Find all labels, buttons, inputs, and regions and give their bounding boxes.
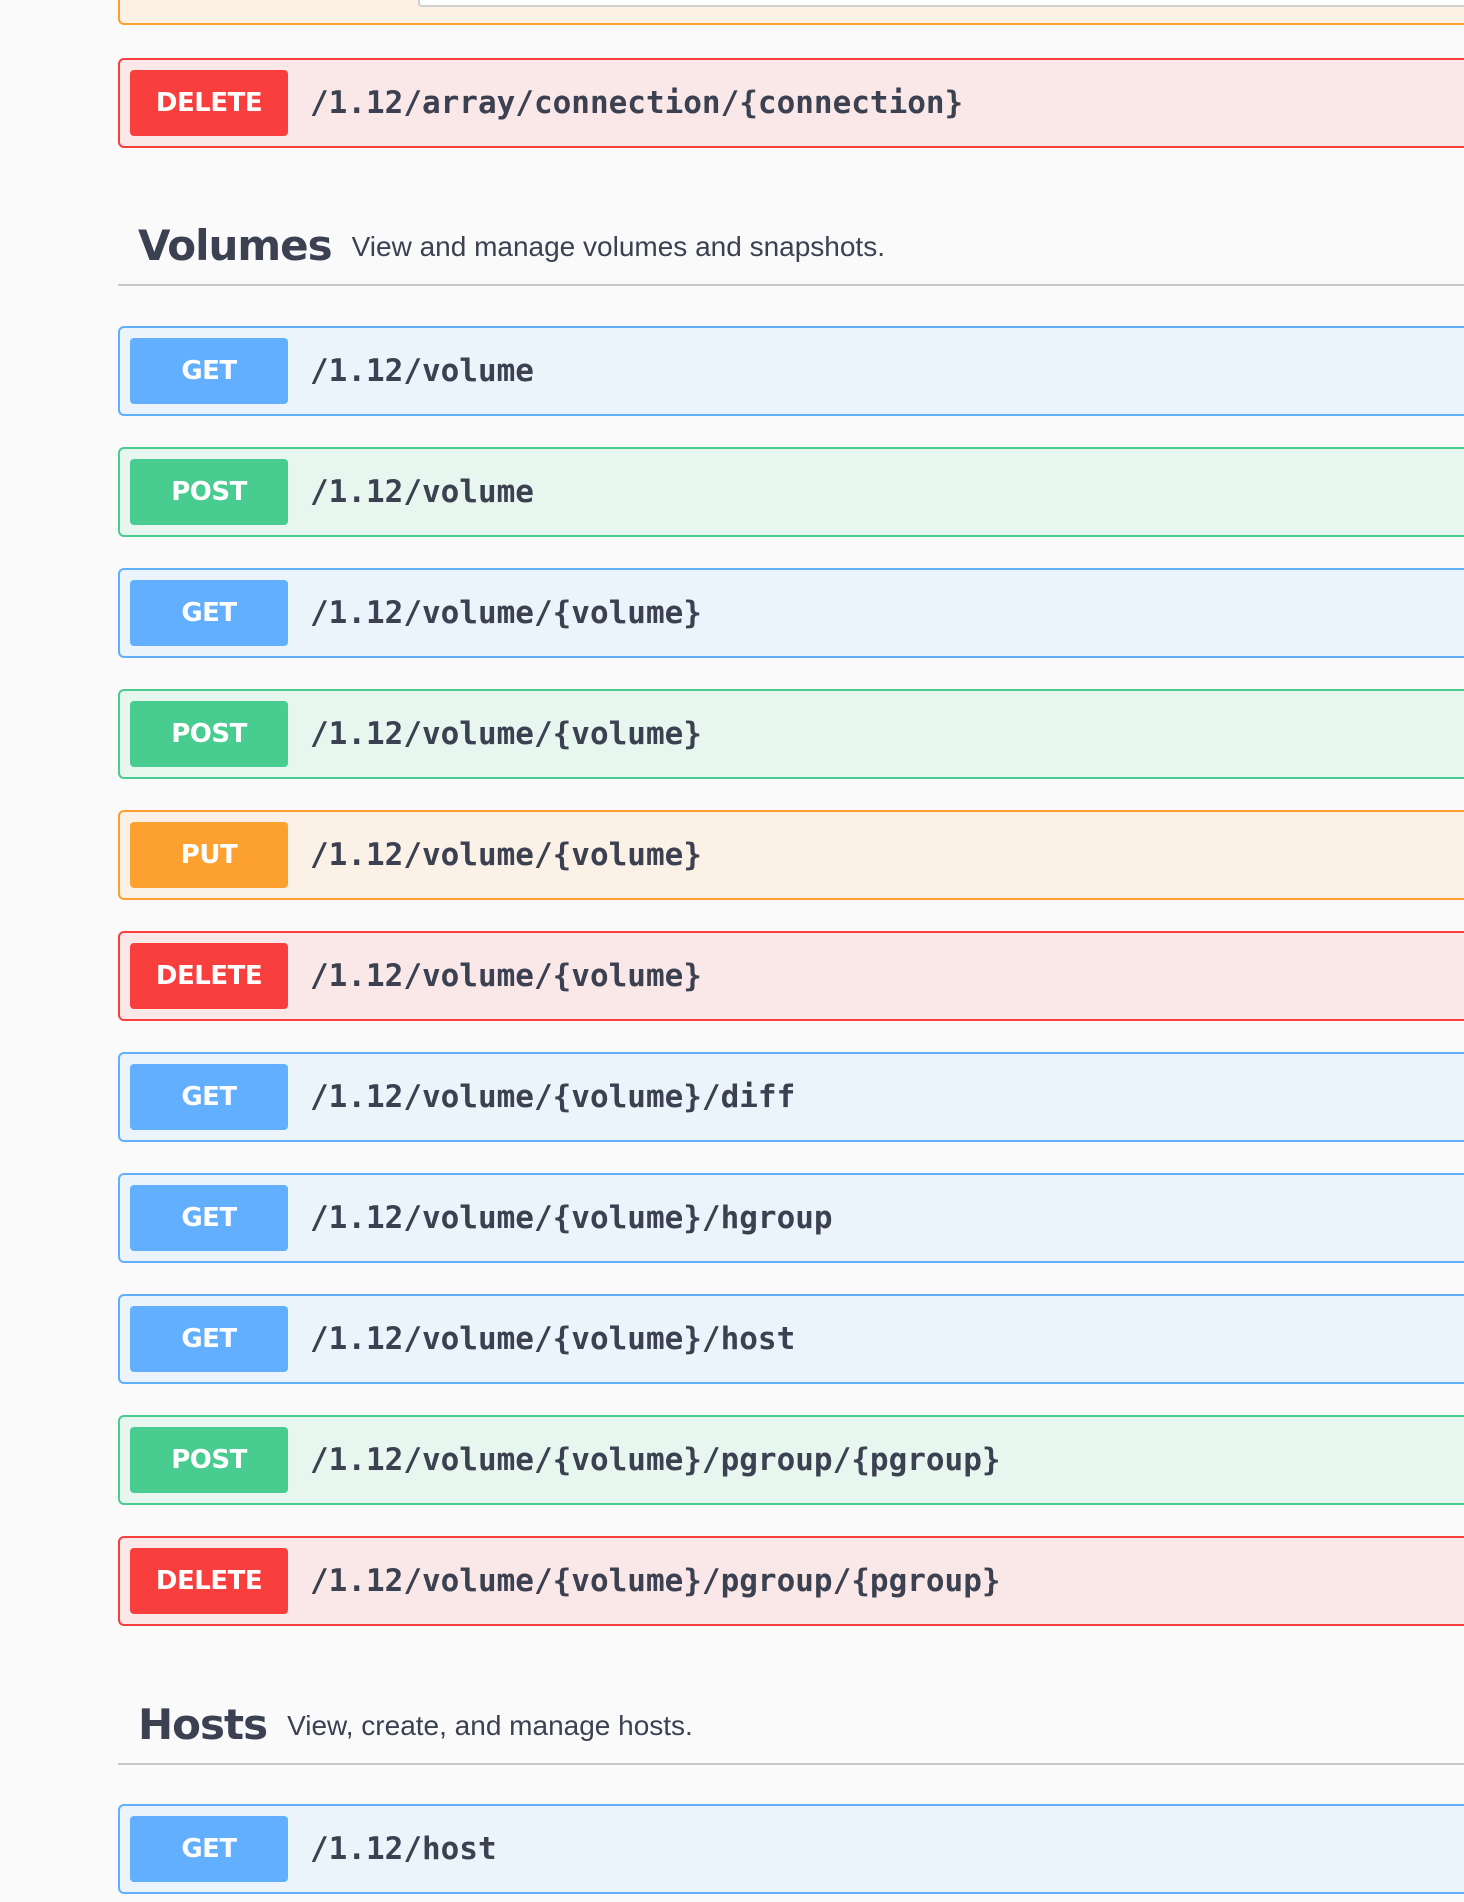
method-badge: GET bbox=[130, 1306, 288, 1372]
operation-path: /1.12/volume bbox=[310, 474, 534, 510]
method-badge: GET bbox=[130, 1816, 288, 1882]
operation-path: /1.12/volume/{volume} bbox=[310, 837, 702, 873]
operation-path: /1.12/volume/{volume}/hgroup bbox=[310, 1200, 833, 1236]
tag-section-hosts[interactable]: Hosts View, create, and manage hosts. bbox=[118, 1685, 1464, 1765]
method-badge: GET bbox=[130, 1064, 288, 1130]
method-badge: POST bbox=[130, 459, 288, 525]
tag-description: View, create, and manage hosts. bbox=[287, 1710, 693, 1741]
method-badge: POST bbox=[130, 701, 288, 767]
operation-path: /1.12/volume/{volume}/pgroup/{pgroup} bbox=[310, 1442, 1001, 1478]
operation-get-host[interactable]: GET /1.12/host bbox=[118, 1804, 1464, 1894]
operation-path: /1.12/volume/{volume} bbox=[310, 958, 702, 994]
operation-get-volume-by-name[interactable]: GET /1.12/volume/{volume} bbox=[118, 568, 1464, 658]
operation-post-volume-by-name[interactable]: POST /1.12/volume/{volume} bbox=[118, 689, 1464, 779]
operation-path: /1.12/volume/{volume}/host bbox=[310, 1321, 796, 1357]
operation-path: /1.12/volume bbox=[310, 353, 534, 389]
method-badge: GET bbox=[130, 1185, 288, 1251]
partial-input-field[interactable] bbox=[418, 0, 1464, 7]
operation-delete-volume-by-name[interactable]: DELETE /1.12/volume/{volume} bbox=[118, 931, 1464, 1021]
method-badge: POST bbox=[130, 1427, 288, 1493]
operation-path: /1.12/volume/{volume}/diff bbox=[310, 1079, 796, 1115]
operation-get-volume-diff[interactable]: GET /1.12/volume/{volume}/diff bbox=[118, 1052, 1464, 1142]
operation-put-volume-by-name[interactable]: PUT /1.12/volume/{volume} bbox=[118, 810, 1464, 900]
operation-path: /1.12/volume/{volume} bbox=[310, 595, 702, 631]
tag-description: View and manage volumes and snapshots. bbox=[351, 231, 885, 262]
tag-section-volumes[interactable]: Volumes View and manage volumes and snap… bbox=[118, 206, 1464, 286]
operation-path: /1.12/volume/{volume}/pgroup/{pgroup} bbox=[310, 1563, 1001, 1599]
api-docs-page: DELETE /1.12/array/connection/{connectio… bbox=[0, 0, 1464, 1902]
method-badge: PUT bbox=[130, 822, 288, 888]
operation-post-volume-pgroup[interactable]: POST /1.12/volume/{volume}/pgroup/{pgrou… bbox=[118, 1415, 1464, 1505]
operation-get-volume-hgroup[interactable]: GET /1.12/volume/{volume}/hgroup bbox=[118, 1173, 1464, 1263]
operation-get-volume-host[interactable]: GET /1.12/volume/{volume}/host bbox=[118, 1294, 1464, 1384]
operation-path: /1.12/host bbox=[310, 1831, 497, 1867]
method-badge: DELETE bbox=[130, 70, 288, 136]
operation-delete-array-connection[interactable]: DELETE /1.12/array/connection/{connectio… bbox=[118, 58, 1464, 148]
operation-delete-volume-pgroup[interactable]: DELETE /1.12/volume/{volume}/pgroup/{pgr… bbox=[118, 1536, 1464, 1626]
method-badge: GET bbox=[130, 580, 288, 646]
tag-title: Volumes bbox=[138, 220, 333, 270]
method-badge: GET bbox=[130, 338, 288, 404]
method-badge: DELETE bbox=[130, 943, 288, 1009]
method-badge: DELETE bbox=[130, 1548, 288, 1614]
operation-path: /1.12/array/connection/{connection} bbox=[310, 85, 964, 121]
tag-title: Hosts bbox=[138, 1699, 268, 1749]
operation-path: /1.12/volume/{volume} bbox=[310, 716, 702, 752]
operation-post-volume[interactable]: POST /1.12/volume bbox=[118, 447, 1464, 537]
operation-get-volume[interactable]: GET /1.12/volume bbox=[118, 326, 1464, 416]
